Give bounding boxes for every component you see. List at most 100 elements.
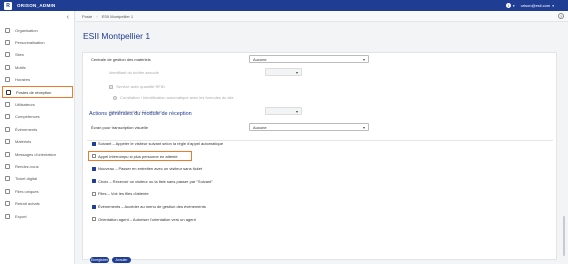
appointment-icon: [5, 163, 10, 169]
sidebar-item-label: Personnalisation: [15, 40, 45, 46]
correlation-radio: [113, 95, 117, 100]
sidebar-item[interactable]: Événements: [0, 123, 75, 135]
central-select[interactable]: Aucune ▾: [249, 55, 369, 63]
chevron-down-icon[interactable]: ▾: [552, 4, 554, 8]
cancel-button[interactable]: Annuler: [112, 257, 131, 263]
sidebar-item-label: Messages d'orientation: [15, 151, 57, 157]
help-icon[interactable]: ?: [558, 13, 564, 19]
sidebar-item-label: Organisation: [15, 27, 38, 33]
sidebar-item-label: Motifs: [15, 64, 26, 70]
action-option[interactable]: Événements – Accéder au menu de gestion …: [92, 204, 206, 209]
action-option[interactable]: Choix – Recevoir un visiteur ou la liste…: [92, 179, 213, 184]
breadcrumb-separator-icon: ›: [96, 13, 98, 19]
sidebar-item[interactable]: Retrait achats: [0, 197, 75, 209]
calendar-icon: [5, 126, 10, 132]
cart-icon: [5, 201, 10, 207]
scrollbar[interactable]: [563, 216, 565, 256]
sidebar-item[interactable]: Messages d'orientation: [0, 148, 75, 160]
sidebar-item[interactable]: Postes de réception: [2, 85, 73, 99]
sidebar-item-label: Événements: [15, 126, 38, 132]
app-logo: R: [4, 1, 12, 10]
action-label: Événements – Accéder au menu de gestion …: [98, 204, 206, 209]
user-menu[interactable]: orison@esii.com: [521, 3, 551, 8]
sidebar-item[interactable]: Compétences: [0, 111, 75, 123]
service-rfid-label: Service avec quantité RFID: [116, 84, 165, 89]
export-icon: [5, 213, 10, 219]
form-footer: Enregistrer Annuler: [90, 257, 131, 263]
action-option[interactable]: Orientation agent – Autoriser l'orientat…: [92, 217, 196, 222]
sidebar-item[interactable]: Sites: [0, 49, 75, 61]
desktop-icon: [6, 89, 11, 95]
breadcrumb-current: ESII Montpellier 1: [101, 13, 134, 19]
central-select-value: Aucune: [253, 57, 267, 62]
sidebar-item[interactable]: Ticket digital: [0, 173, 75, 185]
breadcrumb-root[interactable]: Poste: [82, 14, 92, 19]
sidebar-item-label: Utilisateurs: [15, 102, 35, 108]
sidebar-item[interactable]: Horaires: [0, 74, 75, 86]
correlation-label: Corrélation / Identification automatique…: [120, 95, 234, 100]
brand-name: ORISON_ADMIN: [17, 3, 56, 8]
building-icon: [5, 27, 10, 33]
sidebar-item[interactable]: Files uniques: [0, 185, 75, 197]
chevron-down-icon: ▾: [362, 125, 365, 130]
service-rfid-row: Service avec quantité RFID: [109, 84, 165, 89]
sidebar-item-label: Rendez-vous: [15, 163, 39, 169]
collapse-sidebar-icon[interactable]: ‹: [67, 14, 69, 21]
sidebar-item-label: Compétences: [15, 114, 40, 120]
action-checkbox[interactable]: [92, 166, 96, 171]
action-label: Nouveau – Passer en entretien avec un vi…: [98, 166, 203, 172]
ticket-icon: [5, 176, 10, 182]
chevron-down-icon: ▾: [295, 109, 298, 114]
list-icon: [5, 64, 10, 70]
sidebar-item-label: Retrait achats: [15, 201, 40, 207]
action-label: Choix – Recevoir un visiteur ou la liste…: [98, 178, 213, 184]
ecran-select-value: Aucune: [253, 125, 267, 130]
sidebar-item-label: Sites: [15, 52, 24, 58]
breadcrumb: Poste › ESII Montpellier 1 ?: [76, 11, 568, 22]
map-pin-icon: [5, 52, 10, 58]
ecran-select[interactable]: Aucune ▾: [249, 123, 369, 131]
chevron-down-icon[interactable]: ▾: [513, 4, 515, 8]
action-option[interactable]: Suivant – Appeler le visiteur suivant se…: [92, 141, 223, 146]
sidebar-item[interactable]: Matériels: [0, 136, 75, 148]
sidebar-item[interactable]: Organisation: [0, 24, 75, 36]
action-option[interactable]: Files – Voir les files d'attente: [92, 191, 149, 196]
correlation-row: Corrélation / Identification automatique…: [113, 95, 234, 100]
action-checkbox[interactable]: [92, 204, 96, 209]
sidebar-item[interactable]: Motifs: [0, 61, 75, 73]
sidebar-item-label: Horaires: [15, 77, 31, 83]
service-rfid-checkbox: [109, 84, 113, 89]
sidebar-item-label: Files uniques: [15, 188, 39, 194]
queue-icon: [5, 188, 10, 194]
chevron-down-icon: ▾: [295, 70, 298, 75]
id-boitier-label: Identifiant du boîtier associé: [109, 70, 159, 75]
highlight-box: [88, 150, 192, 161]
user-icon: [5, 102, 10, 108]
palette-icon: [5, 40, 10, 46]
top-bar: R ORISON_ADMIN i ▾ orison@esii.com ▾: [0, 0, 568, 11]
id-boitier-select: ▾: [265, 68, 302, 76]
sidebar: ‹ Organisation Personnalisation Sites Motif…: [0, 11, 75, 264]
sidebar-item[interactable]: Export: [0, 210, 75, 222]
action-label: Orientation agent – Autoriser l'orientat…: [98, 216, 196, 222]
sidebar-item-label: Matériels: [15, 139, 32, 145]
save-button[interactable]: Enregistrer: [90, 257, 109, 263]
info-icon[interactable]: i: [505, 3, 511, 8]
message-icon: [5, 151, 10, 157]
chevron-down-icon: ▾: [362, 57, 365, 62]
tools-icon: [5, 114, 10, 120]
action-label: Files – Voir les files d'attente: [98, 191, 149, 197]
action-option[interactable]: Nouveau – Passer en entretien avec un vi…: [92, 166, 202, 171]
action-label: Suivant – Appeler le visiteur suivant se…: [98, 141, 224, 146]
action-checkbox[interactable]: [92, 191, 96, 196]
sidebar-item[interactable]: Utilisateurs: [0, 98, 75, 110]
sidebar-item[interactable]: Personnalisation: [0, 36, 75, 48]
sidebar-item[interactable]: Rendez-vous: [0, 160, 75, 172]
ecran-label: Écran pour transcription visuelle: [91, 125, 148, 130]
action-checkbox[interactable]: [92, 217, 96, 222]
page-title: ESII Montpellier 1: [83, 31, 151, 41]
sidebar-item-label: Export: [15, 213, 27, 219]
action-checkbox[interactable]: [92, 141, 96, 146]
main-content: Poste › ESII Montpellier 1 ? ESII Montpe…: [76, 11, 568, 264]
action-checkbox[interactable]: [92, 179, 96, 184]
